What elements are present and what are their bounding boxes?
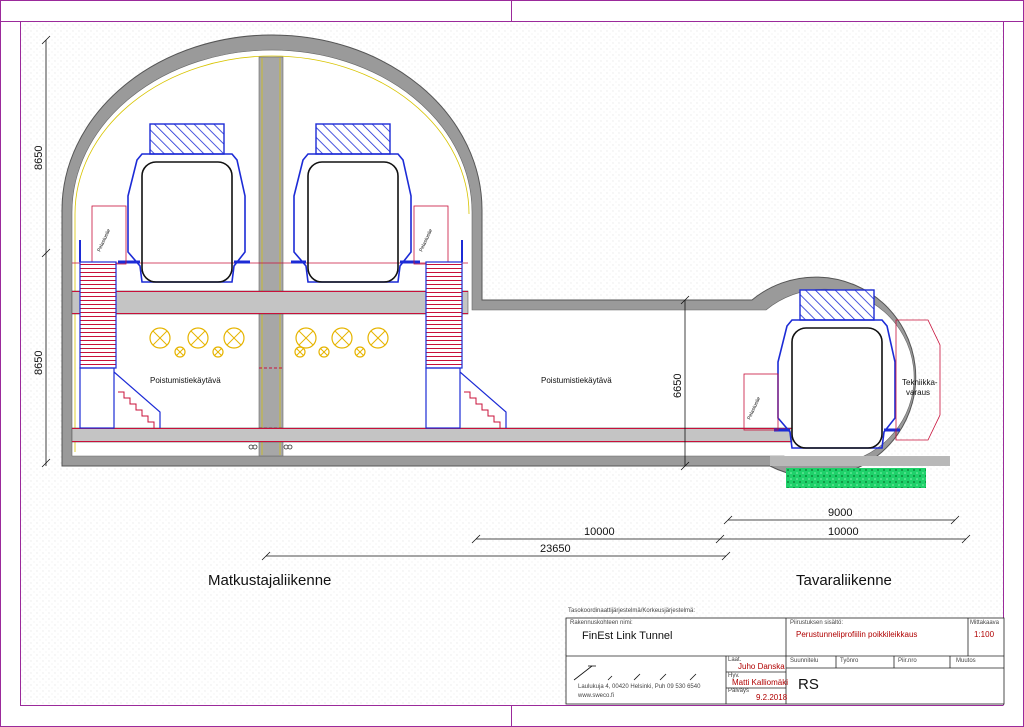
- drawing-number-label: Piir.nro: [898, 658, 917, 664]
- floor-slab: [71, 427, 793, 443]
- project-label: Rakennuskohteen nimi:: [570, 620, 633, 626]
- revision-label: Muutos: [956, 658, 976, 664]
- drawing-code: RS: [798, 676, 819, 693]
- date-value: 9.2.2018: [756, 693, 788, 702]
- company-address: Laulukuja 4, 00420 Helsinki, Puh 09 530 …: [578, 684, 701, 690]
- date-label: Päiväys: [728, 688, 750, 694]
- coord-system-header: Tasokoordinaattijärjestelmä/Korkeusjärje…: [568, 608, 696, 614]
- freight-traffic-title: Tavaraliikenne: [796, 572, 892, 589]
- job-number-label: Työnro: [840, 658, 859, 664]
- dim-left-lower: 8650: [33, 351, 45, 375]
- dim-freight-tube: 9000: [828, 507, 852, 519]
- drawing-name: Perustunneliprofiilin poikkileikkaus: [796, 630, 918, 639]
- drawing-sheet: Pelastustie Pelastustie Pelastustie Pois…: [0, 0, 1024, 727]
- dim-span-a: 10000: [584, 526, 615, 538]
- ballast: [786, 468, 926, 488]
- central-wall: [258, 56, 284, 457]
- dim-total: 23650: [540, 543, 571, 555]
- drawing-content-label: Piirustuksen sisältö:: [790, 620, 844, 626]
- checker-name: Matti Kalliomäki: [732, 678, 789, 687]
- escape-corridor-label-left: Poistumistiekäytävä: [150, 376, 221, 385]
- scale-label: Mittakaava: [970, 620, 1000, 626]
- designer-name: Juho Danska: [738, 662, 785, 671]
- scale-value: 1:100: [974, 630, 995, 639]
- dim-span-b: 10000: [828, 526, 859, 538]
- passenger-traffic-title: Matkustajaliikenne: [208, 572, 331, 589]
- project-name: FinEst Link Tunnel: [582, 630, 673, 642]
- tech-reserve-label: Tekniikka-: [902, 378, 938, 387]
- track-slab: [71, 290, 469, 315]
- escape-corridor-label-right: Poistumistiekäytävä: [541, 376, 612, 385]
- tech-reserve-label-2: varaus: [906, 388, 930, 397]
- design-field-label: Suunnitelu: [790, 658, 819, 664]
- dim-middle-height: 6650: [672, 374, 684, 398]
- company-web: www.sweco.fi: [578, 693, 615, 699]
- dim-left-upper: 8650: [33, 146, 45, 170]
